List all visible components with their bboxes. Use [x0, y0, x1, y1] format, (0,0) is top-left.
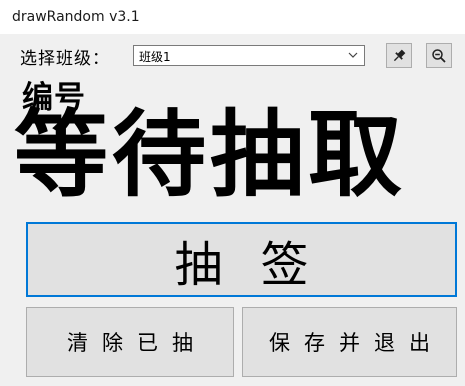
save-and-exit-button[interactable]: 保存并退出: [242, 307, 457, 377]
pin-button[interactable]: [386, 43, 412, 68]
draw-result-display: 等待抽取: [14, 101, 407, 210]
draw-button[interactable]: 抽签: [26, 222, 457, 297]
clear-drawn-button[interactable]: 清除已抽: [26, 307, 234, 377]
zoom-out-button[interactable]: [426, 43, 452, 68]
zoom-out-icon: [432, 48, 446, 63]
class-select-dropdown[interactable]: 班级1: [133, 45, 365, 66]
app-window: drawRandom v3.1 选择班级： 班级1 编号 等待抽取 抽签 清除已…: [0, 0, 465, 386]
class-select-value: 班级1: [139, 50, 171, 64]
pin-icon: [393, 49, 406, 61]
class-select-label: 选择班级：: [20, 49, 110, 69]
title-bar: drawRandom v3.1: [0, 0, 465, 34]
window-title: drawRandom v3.1: [12, 9, 140, 25]
chevron-down-icon: [348, 52, 358, 58]
